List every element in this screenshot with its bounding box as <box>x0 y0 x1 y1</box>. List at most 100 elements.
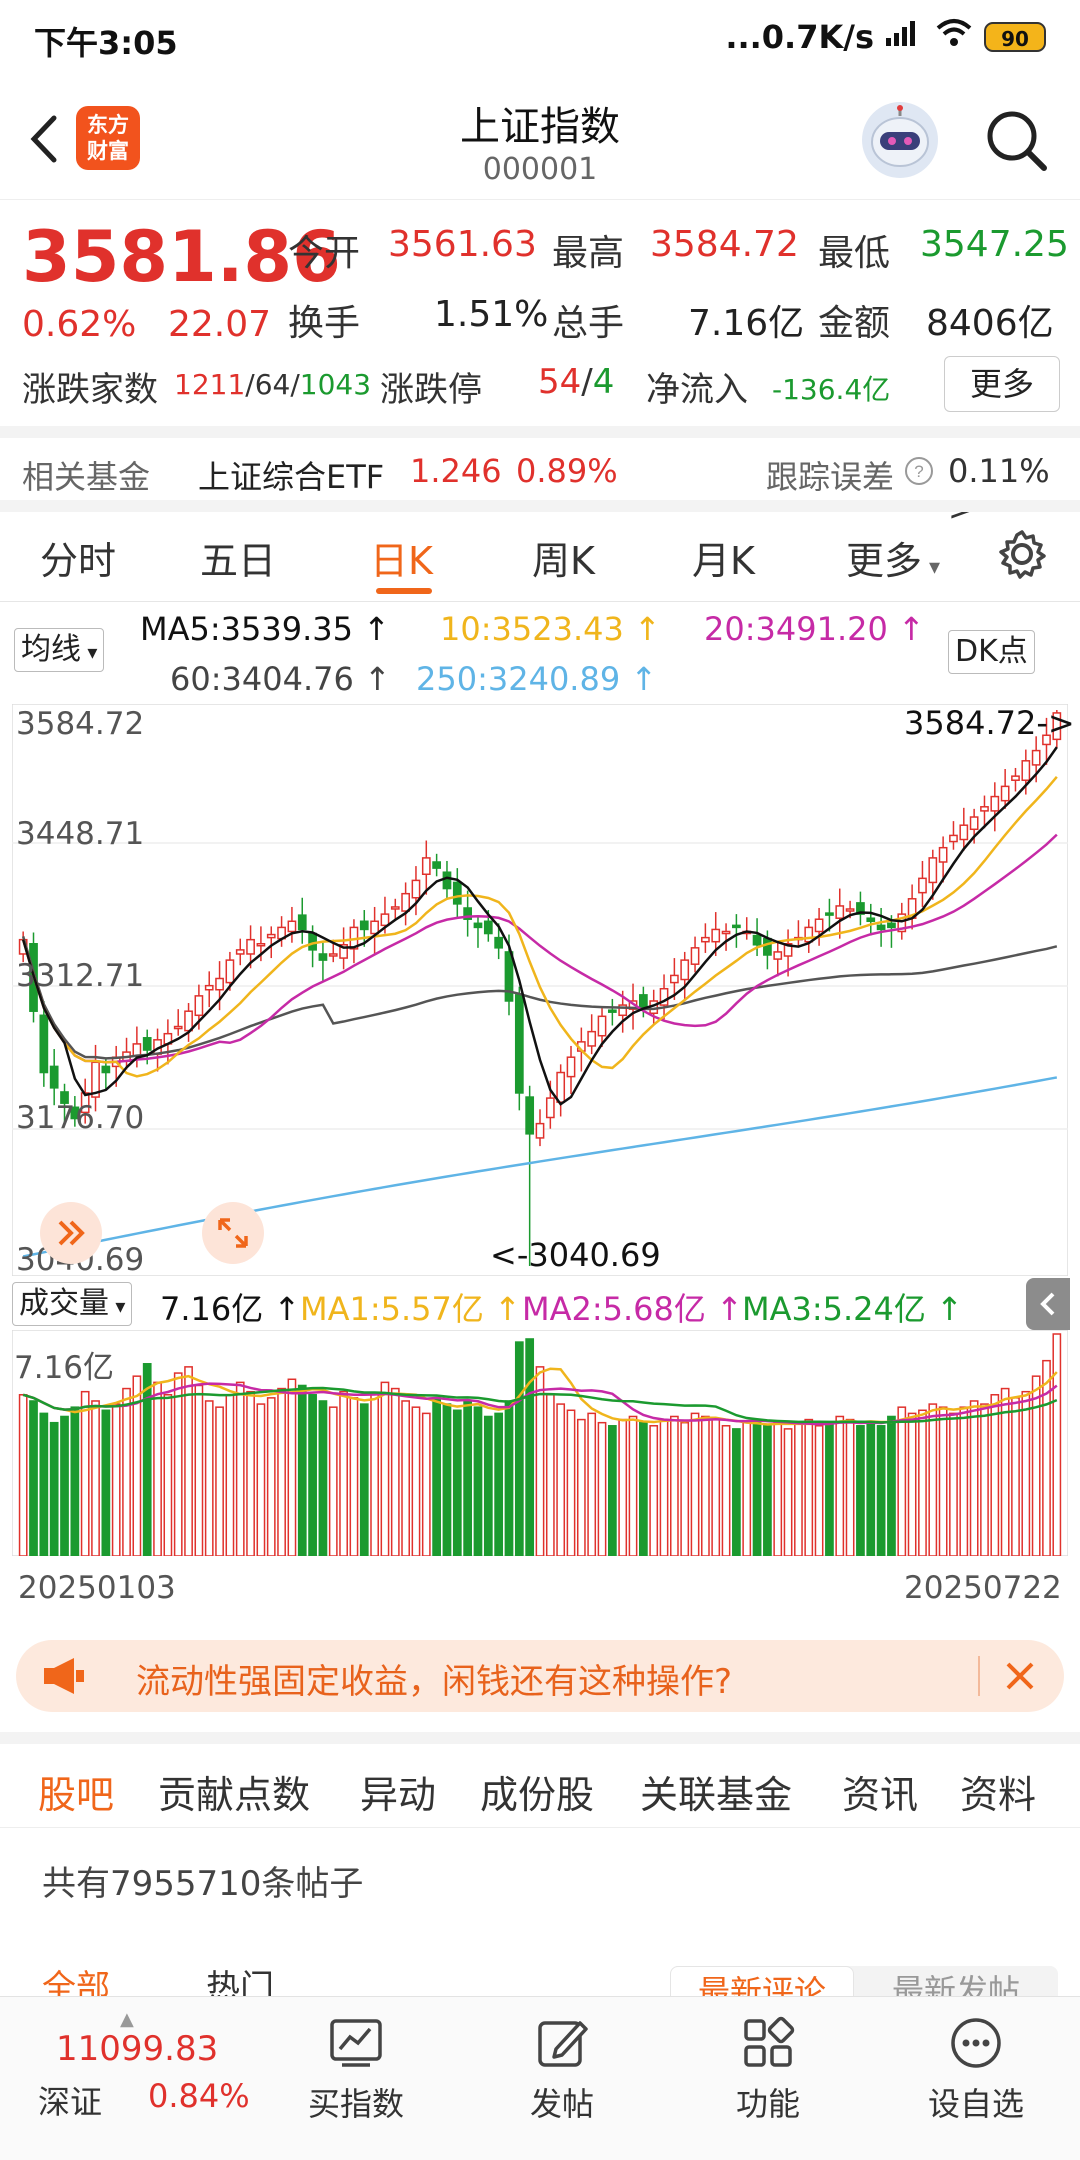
dk-point-button[interactable]: DK点 <box>948 630 1035 674</box>
volume-bar <box>969 1400 979 1556</box>
sub-tab-contribution[interactable]: 贡献点数 <box>158 1764 310 1819</box>
ma-toggle-label: 均线 <box>21 632 81 667</box>
candle-body <box>1031 749 1041 766</box>
search-button[interactable] <box>982 106 1052 176</box>
volume-bar <box>556 1403 566 1556</box>
candle-body <box>328 953 338 957</box>
tab-daily-k[interactable]: 日K <box>370 530 433 585</box>
amount-value: 8406亿 <box>926 303 1054 344</box>
change-percent: 0.62% <box>22 304 137 345</box>
candle-body <box>825 912 834 916</box>
ma-toggle-button[interactable]: 均线 ▾ <box>14 628 105 672</box>
volume-bar <box>390 1387 400 1556</box>
tab-monthly-k[interactable]: 月K <box>692 530 755 585</box>
candle-body <box>814 918 824 933</box>
volume-bar <box>432 1397 442 1556</box>
date-axis-start: 20250103 <box>18 1570 176 1606</box>
volume-toggle-button[interactable]: 成交量 ▾ <box>12 1282 133 1326</box>
volume-bar <box>204 1400 214 1556</box>
volume-bar <box>721 1425 731 1556</box>
volume-bar <box>752 1418 762 1556</box>
edit-post-icon <box>538 2021 588 2067</box>
expand-left-button[interactable] <box>40 1202 102 1264</box>
volume-bar <box>308 1394 317 1556</box>
volume-chart[interactable] <box>12 1330 1068 1556</box>
volume-axis-top: 7.16亿 <box>14 1350 115 1386</box>
volume-toggle-label: 成交量 <box>19 1286 109 1321</box>
sub-tab-related-funds[interactable]: 关联基金 <box>640 1764 792 1819</box>
fullscreen-button[interactable] <box>202 1202 264 1264</box>
sort-latest-post[interactable]: 最新发帖 <box>864 1966 1048 2000</box>
volume-bar <box>587 1412 597 1556</box>
close-icon[interactable] <box>998 1654 1042 1702</box>
volume-bar <box>359 1403 369 1556</box>
ma20-value: 20:3491.20 ↑ <box>704 610 925 648</box>
volume-bar <box>607 1425 617 1556</box>
sub-tab-news[interactable]: 资讯 <box>842 1764 918 1819</box>
limit-up: 54 <box>538 362 582 402</box>
filter-hot[interactable]: 热门 <box>206 1960 274 2000</box>
volume-bar <box>866 1421 876 1556</box>
nav-add-watchlist-label: 设自选 <box>927 2085 1024 2123</box>
sub-tab-profile[interactable]: 资料 <box>960 1764 1036 1819</box>
kline-chart[interactable] <box>12 704 1068 1276</box>
sz-percent: 0.84% <box>148 2077 250 2115</box>
candle-body <box>401 892 410 912</box>
nav-post[interactable]: 发帖 <box>492 2009 632 2125</box>
nav-buy-index[interactable]: 买指数 <box>286 2009 426 2125</box>
candle-body <box>835 905 845 919</box>
sort-latest-comment[interactable]: 最新评论 <box>670 1966 854 2000</box>
volume-bar <box>876 1425 886 1556</box>
candle-body <box>845 908 855 912</box>
sz-index-widget[interactable]: ▲ 11099.83 深证 0.84% <box>20 2009 270 2149</box>
nav-functions[interactable]: 功能 <box>698 2009 838 2125</box>
volume-bar <box>980 1403 989 1556</box>
candle-body <box>938 846 948 863</box>
tab-more[interactable]: 更多 ▾ <box>846 530 940 585</box>
high-marker-label: 3584.72-> <box>904 704 1075 742</box>
community-tabs: 股吧 贡献点数 异动 成份股 关联基金 资讯 资料 <box>0 1732 1080 1828</box>
quote-more-button[interactable]: 更多 <box>944 356 1060 412</box>
volume-bar <box>328 1406 338 1556</box>
volume-bar <box>804 1418 814 1556</box>
settings-gear-icon[interactable] <box>996 528 1048 584</box>
sub-tab-constituents[interactable]: 成份股 <box>480 1764 594 1819</box>
volume-bar <box>18 1394 28 1556</box>
candle-body <box>587 1030 597 1047</box>
candle-body <box>607 1009 617 1013</box>
volume-bar <box>659 1418 669 1556</box>
grid-icon <box>744 2016 795 2067</box>
active-tab-indicator <box>376 588 432 594</box>
volume-bar <box>29 1400 38 1556</box>
netflow-label: 净流入 <box>646 370 748 410</box>
sub-tab-guba[interactable]: 股吧 <box>38 1764 114 1819</box>
tab-five-day[interactable]: 五日 <box>200 530 276 585</box>
candle-body <box>804 926 814 943</box>
help-icon[interactable]: ? <box>904 456 934 494</box>
candle-body <box>473 922 483 929</box>
tab-intraday[interactable]: 分时 <box>40 530 116 585</box>
nav-post-label: 发帖 <box>529 2085 594 2123</box>
volume-bar <box>60 1415 69 1556</box>
limit-label: 涨跌停 <box>380 370 482 410</box>
section-gap <box>0 426 1080 438</box>
filter-all[interactable]: 全部 <box>42 1960 110 2000</box>
candle-body <box>287 920 297 933</box>
volume-bar <box>814 1425 824 1556</box>
nav-add-watchlist[interactable]: 设自选 <box>906 2009 1046 2125</box>
volume-bar <box>742 1421 752 1556</box>
promo-banner[interactable]: 流动性强固定收益，闲钱还有这种操作? <box>16 1640 1064 1712</box>
svg-text:?: ? <box>914 462 923 481</box>
wifi-icon <box>934 18 974 56</box>
y-axis-label-2: 3448.71 <box>16 816 145 852</box>
limit-down: 4 <box>592 362 615 402</box>
assistant-robot-icon[interactable] <box>862 102 938 178</box>
sub-tab-movement[interactable]: 异动 <box>360 1764 436 1819</box>
candle-body <box>711 928 721 943</box>
related-fund-row[interactable]: 相关基金 上证综合ETF 1.246 0.89% 跟踪误差 ? 0.11% > <box>0 440 1080 528</box>
candle-body <box>545 1097 555 1119</box>
collapse-panel-button[interactable] <box>1026 1278 1070 1330</box>
tab-weekly-k[interactable]: 周K <box>532 530 595 585</box>
turnover-value: 1.51% <box>434 294 549 335</box>
volume-ma3: MA3:5.24亿 ↑ <box>742 1290 963 1328</box>
